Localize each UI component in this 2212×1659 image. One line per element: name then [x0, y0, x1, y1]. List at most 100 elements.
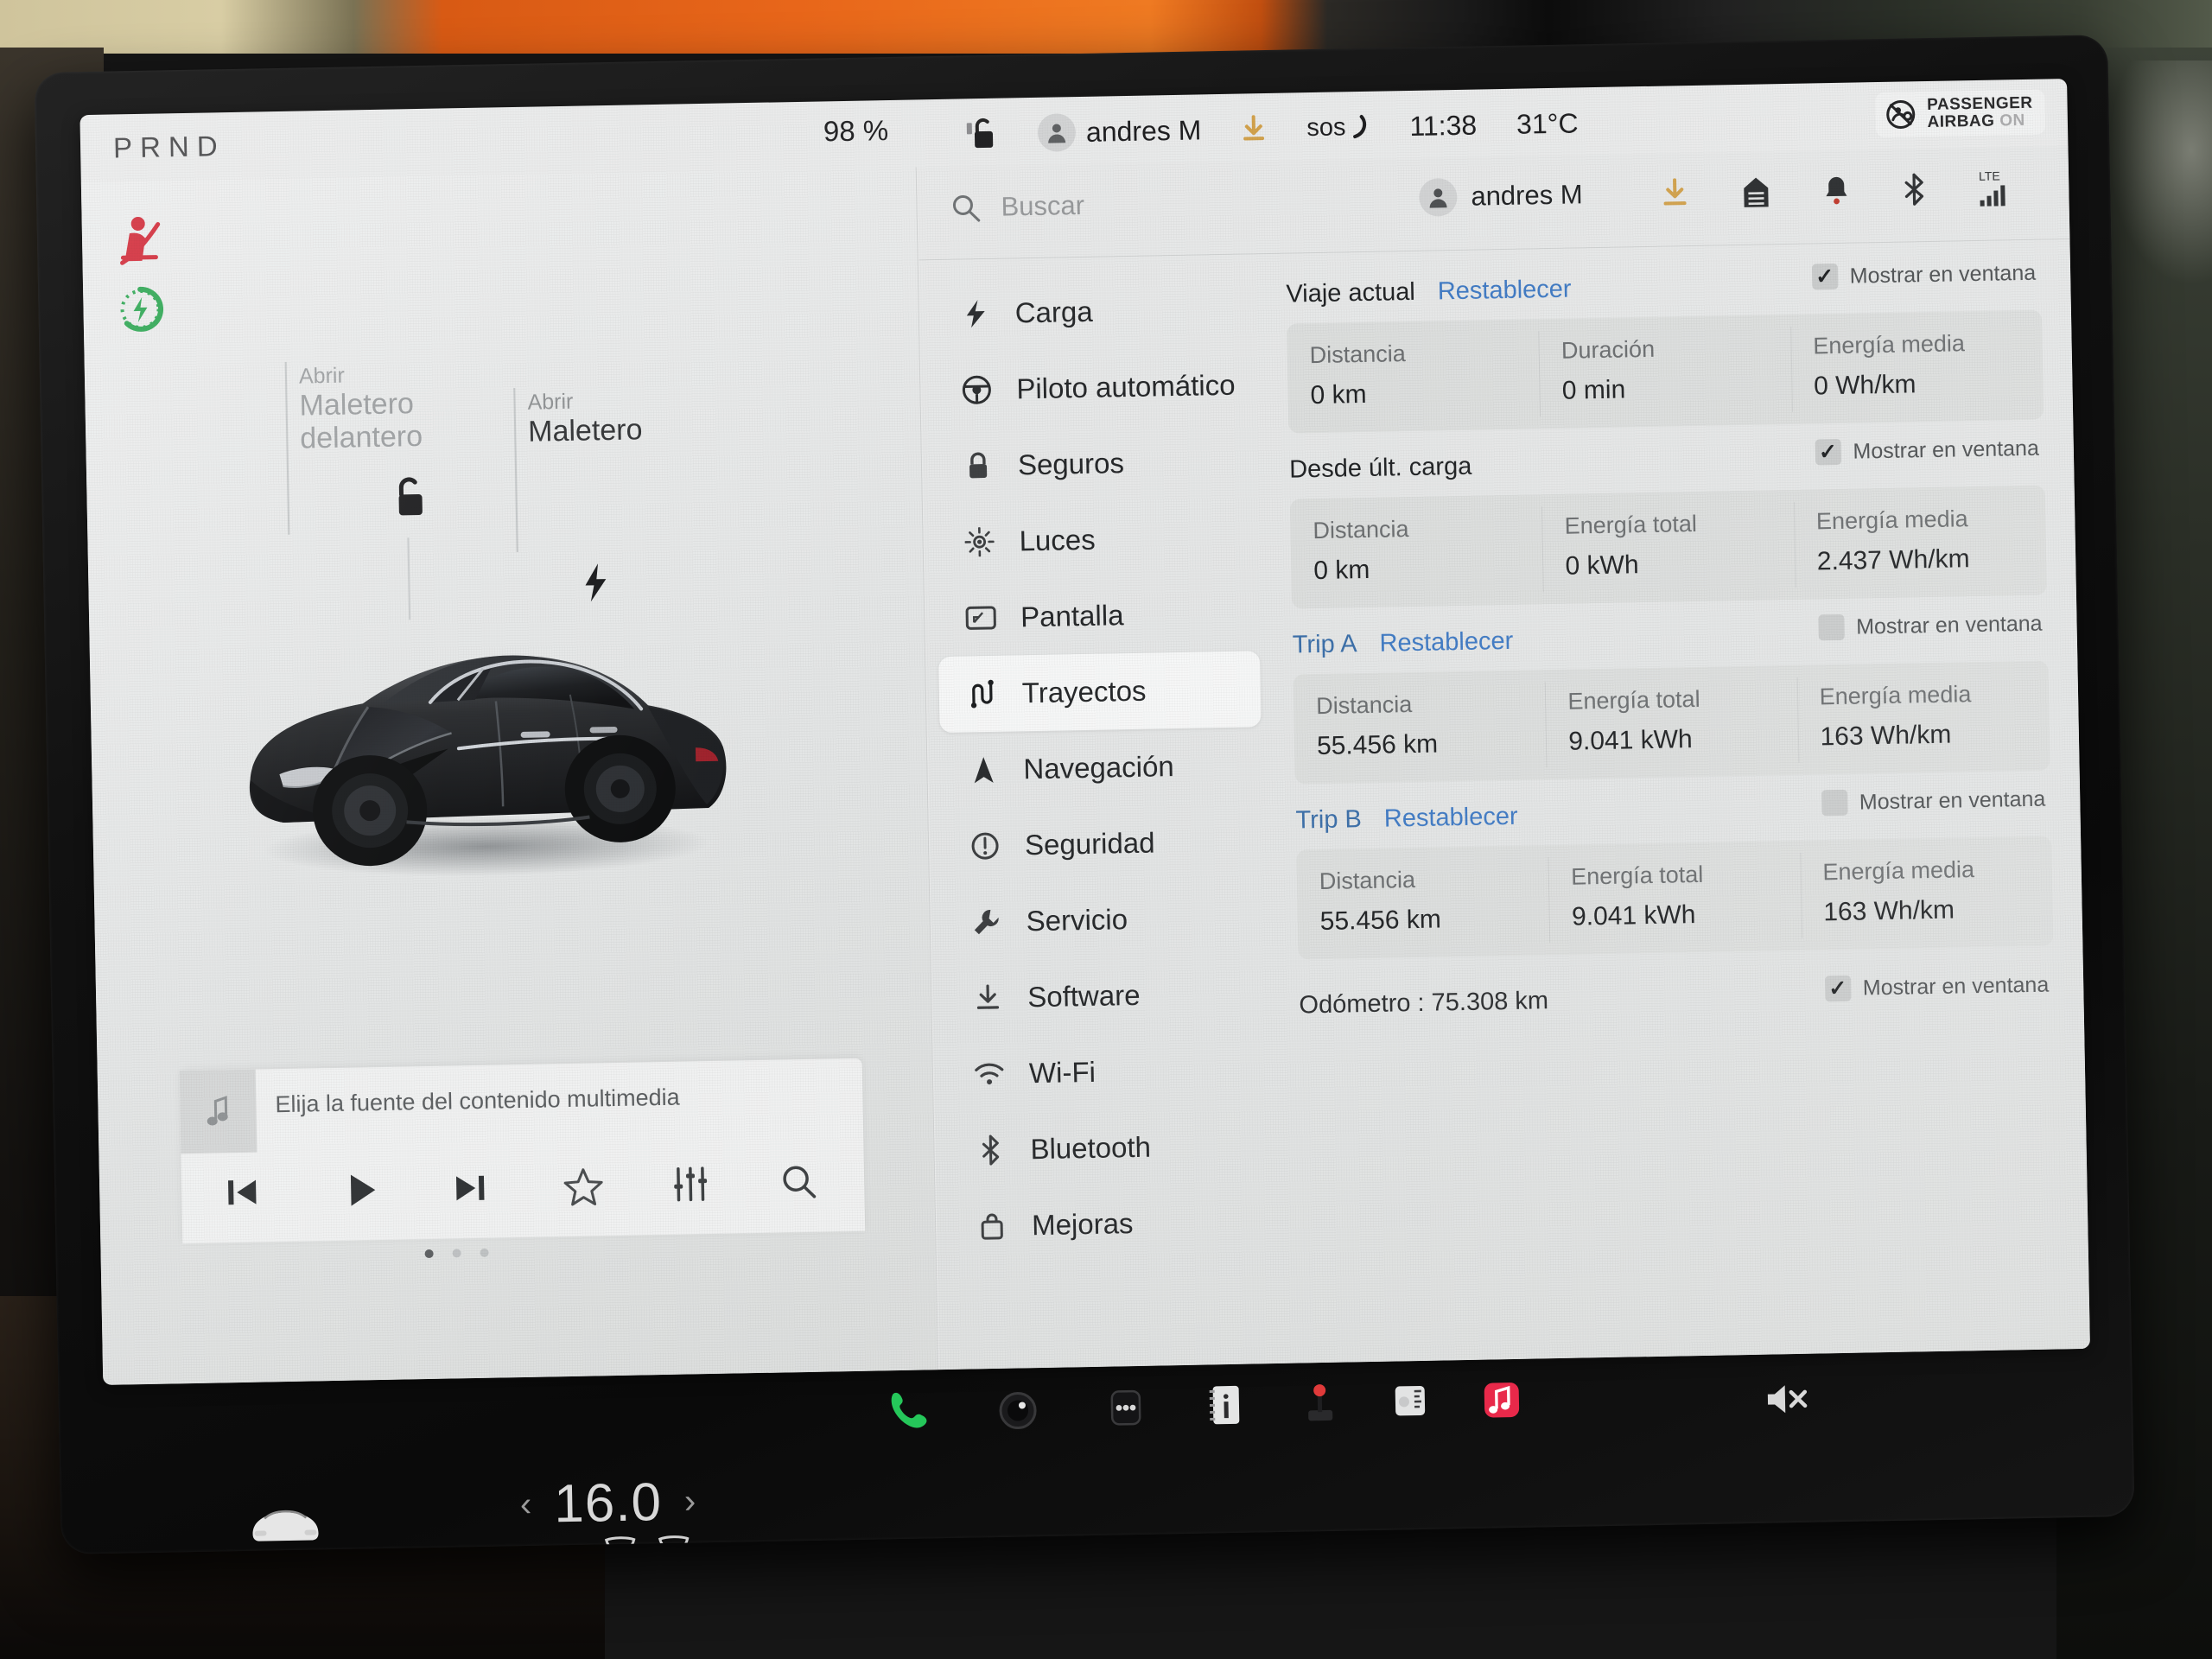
search-icon[interactable]	[778, 1161, 820, 1204]
stat-value: 0 km	[1310, 379, 1367, 410]
trip-reset-button[interactable]: Restablecer	[1438, 275, 1572, 306]
notification-bell-icon[interactable]	[1823, 175, 1850, 208]
checkbox-unchecked[interactable]	[1817, 613, 1845, 641]
sidebar-item-mejoras[interactable]: Mejoras	[948, 1183, 1271, 1265]
stat-label: Energía total	[1564, 510, 1698, 539]
checkbox-checked[interactable]: ✓	[1824, 975, 1852, 1002]
sidebar-item-trayectos[interactable]: Trayectos	[938, 651, 1262, 734]
sidebar-item-carga[interactable]: Carga	[931, 270, 1255, 353]
dock-camera[interactable]	[994, 1384, 1043, 1433]
show-in-window-toggle[interactable]: Mostrar en ventana	[1817, 611, 2043, 641]
phone-icon	[891, 1392, 927, 1428]
profile-name: andres M	[1471, 179, 1583, 212]
sidebar-item-label: Bluetooth	[1030, 1130, 1152, 1166]
sidebar-item-piloto-automatico[interactable]: Piloto automático	[933, 346, 1256, 429]
stat-cell: Distancia 55.456 km	[1296, 845, 1550, 959]
show-in-window-toggle[interactable]: ✓ Mostrar en ventana	[1811, 260, 2036, 290]
temperature-decrease-button[interactable]: ‹	[520, 1485, 532, 1524]
wrench-icon	[969, 907, 1004, 938]
settings-body: Carga Piloto automático Seguros Luces Pa…	[919, 240, 2090, 1370]
trip-title: Viaje actual	[1286, 277, 1416, 308]
stat-value: 9.041 kWh	[1571, 900, 1696, 931]
sidebar-item-pantalla[interactable]: Pantalla	[937, 575, 1260, 657]
stat-cell: Distancia 55.456 km	[1293, 670, 1547, 784]
sidebar-item-label: Trayectos	[1021, 674, 1147, 709]
open-trunk-button[interactable]: Abrir Maletero	[527, 388, 642, 448]
search-input[interactable]: Buscar	[950, 190, 1084, 224]
garage-door-icon[interactable]	[1742, 175, 1770, 209]
dock-music[interactable]	[1477, 1376, 1526, 1425]
stat-value: 163 Wh/km	[1822, 895, 1955, 927]
trunk-action-label: Abrir	[527, 389, 574, 415]
bluetooth-icon[interactable]	[1903, 173, 1926, 206]
trip-block-a: Trip A Restablecer Mostrar en ventana Di…	[1292, 611, 2050, 785]
sidebar-item-servicio[interactable]: Servicio	[943, 879, 1266, 961]
sos-button[interactable]: sos	[1306, 112, 1370, 142]
sidebar-item-seguridad[interactable]: Seguridad	[941, 803, 1264, 885]
download-icon	[970, 983, 1006, 1014]
skip-next-icon[interactable]	[449, 1167, 492, 1210]
sidebar-item-wifi[interactable]: Wi-Fi	[945, 1031, 1268, 1113]
dock-arcade[interactable]	[1295, 1379, 1343, 1428]
download-icon[interactable]	[1241, 114, 1268, 144]
dock-manual[interactable]	[1200, 1381, 1248, 1430]
equalizer-icon[interactable]	[670, 1163, 712, 1205]
dock-toybox[interactable]	[1386, 1377, 1433, 1427]
unlock-icon[interactable]	[969, 117, 999, 152]
page-dot-1[interactable]	[424, 1249, 434, 1259]
stat-value: 9.041 kWh	[1567, 725, 1693, 756]
clock-label[interactable]: 11:38	[1409, 109, 1477, 142]
ui-surface: PRND 98 % andres M sos 11:38 31°C PASSEN…	[79, 79, 2090, 1385]
dock-phone[interactable]	[881, 1386, 931, 1435]
sidebar-item-luces[interactable]: Luces	[936, 499, 1259, 581]
checkbox-checked[interactable]: ✓	[1811, 263, 1839, 290]
media-pagination-dots[interactable]	[424, 1248, 489, 1259]
driver-temperature-control[interactable]: ‹ 16.0 ›	[519, 1471, 696, 1535]
open-frunk-button[interactable]: Abrir Maletero delantero	[299, 362, 423, 455]
show-in-window-toggle[interactable]: Mostrar en ventana	[1821, 786, 2046, 817]
profile-chip[interactable]: andres M	[1419, 175, 1583, 217]
three-dots-icon	[1110, 1389, 1141, 1426]
page-dot-3[interactable]	[480, 1248, 489, 1257]
checkbox-checked[interactable]: ✓	[1815, 438, 1841, 466]
vehicle-image[interactable]	[195, 512, 755, 902]
stat-cell: Energía media 0 Wh/km	[1790, 310, 2044, 424]
media-source-prompt[interactable]: Elija la fuente del contenido multimedia	[275, 1084, 680, 1119]
joystick-icon	[1308, 1384, 1333, 1421]
seatbelt-warning-icon	[117, 213, 164, 268]
car-front-icon[interactable]	[244, 1498, 327, 1550]
sidebar-item-navegacion[interactable]: Navegación	[940, 727, 1263, 809]
temperature-increase-button[interactable]: ›	[684, 1482, 696, 1521]
checkbox-unchecked[interactable]	[1821, 789, 1848, 817]
sidebar-item-label: Wi-Fi	[1028, 1055, 1096, 1090]
stat-value: 2.437 Wh/km	[1816, 544, 1970, 576]
show-in-window-toggle[interactable]: ✓ Mostrar en ventana	[1824, 972, 2050, 1002]
stat-cell: Distancia 0 km	[1287, 319, 1541, 433]
stat-cell: Duración 0 min	[1538, 315, 1792, 429]
software-download-icon[interactable]	[1661, 177, 1689, 211]
skip-previous-icon[interactable]	[221, 1172, 264, 1214]
sidebar-item-bluetooth[interactable]: Bluetooth	[947, 1107, 1270, 1189]
play-icon[interactable]	[339, 1167, 385, 1213]
show-in-window-toggle[interactable]: ✓ Mostrar en ventana	[1815, 435, 2039, 466]
sidebar-item-software[interactable]: Software	[944, 955, 1268, 1037]
trip-header: Trip A Restablecer Mostrar en ventana	[1292, 611, 2048, 666]
trip-header: Viaje actual Restablecer ✓ Mostrar en ve…	[1286, 260, 2042, 315]
stat-cell: Energía media 2.437 Wh/km	[1793, 486, 2047, 600]
search-icon	[952, 194, 981, 222]
stat-label: Energía media	[1819, 681, 1972, 710]
show-in-window-label: Mostrar en ventana	[1853, 435, 2040, 464]
trip-reset-button[interactable]: Restablecer	[1384, 802, 1518, 833]
driver-profile-chip[interactable]: andres M	[1037, 111, 1202, 152]
lte-signal-icon[interactable]: LTE	[1979, 168, 2009, 207]
dock-mute[interactable]	[1763, 1379, 1814, 1420]
sidebar-item-seguros[interactable]: Seguros	[934, 423, 1257, 505]
page-dot-2[interactable]	[452, 1249, 461, 1258]
trip-reset-button[interactable]: Restablecer	[1379, 626, 1513, 658]
outside-temperature-label[interactable]: 31°C	[1516, 107, 1579, 140]
media-player-bar: Elija la fuente del contenido multimedia	[179, 1058, 866, 1244]
star-icon[interactable]	[562, 1165, 606, 1209]
dock-more[interactable]	[1101, 1382, 1150, 1432]
unlock-icon[interactable]	[389, 474, 431, 522]
stat-label: Energía media	[1813, 330, 1966, 359]
